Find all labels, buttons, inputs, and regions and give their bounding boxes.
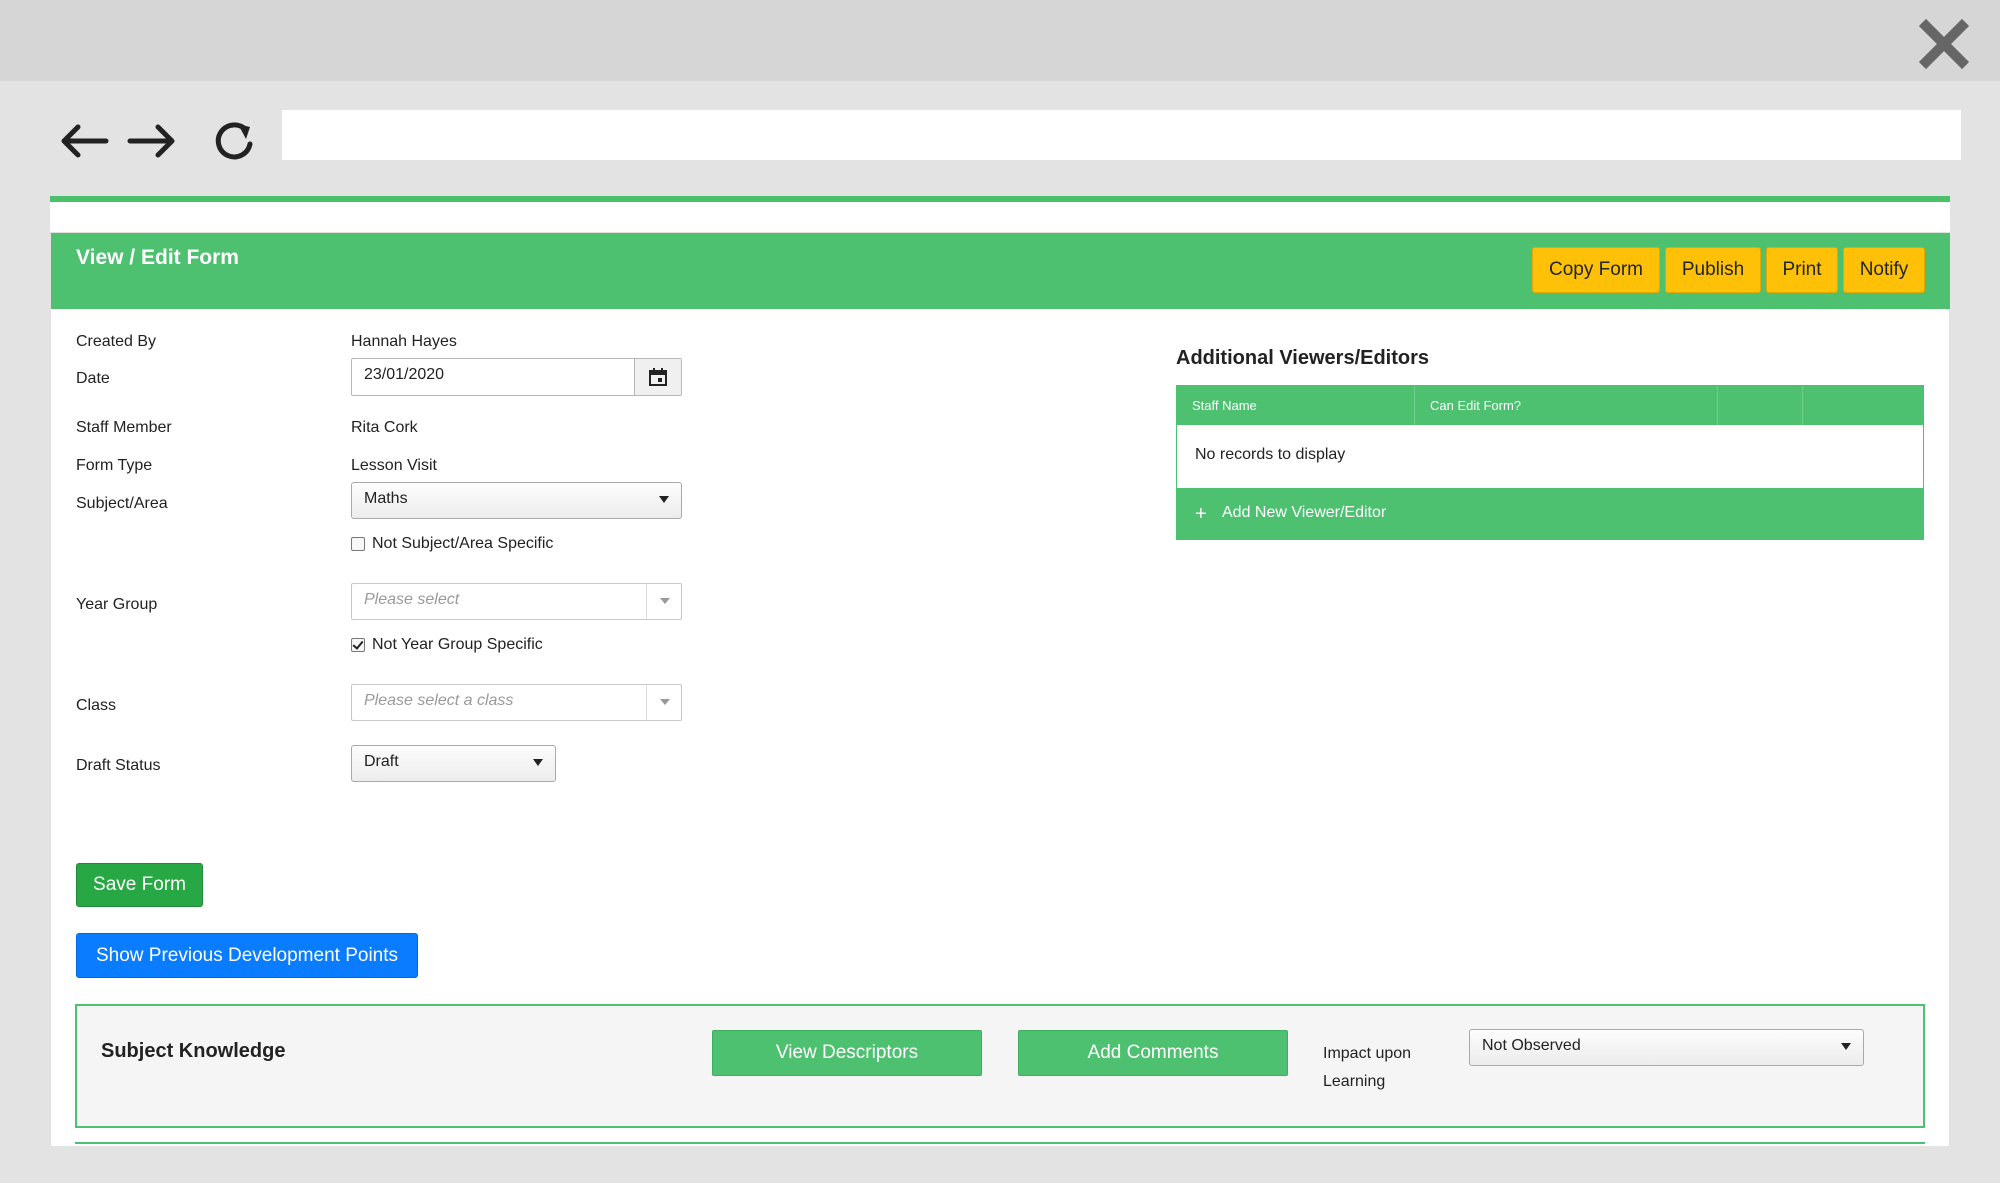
draft-status-label: Draft Status [76,757,161,774]
subject-knowledge-section: Subject Knowledge View Descriptors Add C… [75,1004,1925,1128]
copy-form-button[interactable]: Copy Form [1532,247,1660,293]
not-year-group-specific-label: Not Year Group Specific [372,636,543,653]
back-arrow-icon[interactable] [56,118,112,164]
chevron-down-icon[interactable] [646,584,681,619]
save-form-button[interactable]: Save Form [76,863,203,907]
created-by-label: Created By [76,333,157,350]
print-button[interactable]: Print [1766,247,1838,293]
column-staff-name[interactable]: Staff Name [1177,386,1415,425]
not-subject-specific-checkbox[interactable]: Not Subject/Area Specific [351,535,553,553]
impact-value: Not Observed [1482,1037,1581,1054]
date-value: 23/01/2020 [364,366,445,383]
form-type-value: Lesson Visit [351,457,437,474]
class-select[interactable]: Please select a class [351,684,682,721]
subject-area-value: Maths [364,490,408,507]
class-label: Class [76,697,117,714]
panel-header: View / Edit Form Copy Form Publish Print… [51,233,1950,309]
subject-area-select[interactable]: Maths [351,482,682,519]
forward-arrow-icon[interactable] [124,118,180,164]
created-by-value: Hannah Hayes [351,333,457,350]
subject-area-label: Subject/Area [76,495,168,512]
checkbox-checked-icon[interactable] [351,638,365,652]
notify-button[interactable]: Notify [1843,247,1925,293]
chevron-down-icon [1841,1043,1851,1050]
form-type-label: Form Type [76,457,153,474]
date-field[interactable]: 23/01/2020 [351,358,682,396]
not-subject-specific-label: Not Subject/Area Specific [372,535,554,552]
plus-icon: + [1195,503,1207,525]
draft-status-value: Draft [364,753,399,770]
year-group-placeholder: Please select [364,591,460,608]
next-section-border [75,1142,1925,1146]
publish-button[interactable]: Publish [1665,247,1761,293]
close-icon[interactable] [1918,18,1970,70]
chevron-down-icon[interactable] [646,685,681,720]
add-viewer-label: Add New Viewer/Editor [1222,504,1387,521]
not-year-group-specific-checkbox[interactable]: Not Year Group Specific [351,636,543,654]
class-placeholder: Please select a class [364,692,514,709]
column-empty-2 [1803,386,1923,425]
top-accent-bar [50,196,1950,202]
subject-knowledge-title: Subject Knowledge [101,1040,286,1062]
year-group-select[interactable]: Please select [351,583,682,620]
page-title: View / Edit Form [76,246,239,269]
date-label: Date [76,370,110,387]
show-previous-development-points-button[interactable]: Show Previous Development Points [76,933,418,978]
add-viewer-button[interactable]: + Add New Viewer/Editor [1177,488,1923,539]
viewers-grid: Staff Name Can Edit Form? No records to … [1176,385,1924,540]
staff-member-value: Rita Cork [351,419,418,436]
column-can-edit-form[interactable]: Can Edit Form? [1415,386,1718,425]
checkbox-unchecked-icon[interactable] [351,537,365,551]
grid-header: Staff Name Can Edit Form? [1177,386,1923,425]
window-titlebar [0,0,2000,81]
impact-select[interactable]: Not Observed [1469,1029,1864,1066]
additional-viewers-title: Additional Viewers/Editors [1176,347,1430,369]
page-viewport: View / Edit Form Copy Form Publish Print… [50,196,1950,1146]
url-bar[interactable] [282,110,1961,160]
chevron-down-icon [659,496,669,503]
add-comments-button[interactable]: Add Comments [1018,1030,1288,1076]
year-group-label: Year Group [76,596,158,613]
view-descriptors-button[interactable]: View Descriptors [712,1030,982,1076]
impact-label: Impact upon Learning [1323,1045,1412,1090]
chevron-down-icon [533,759,543,766]
staff-member-label: Staff Member [76,419,172,436]
calendar-icon[interactable] [634,359,681,395]
no-records-text: No records to display [1195,446,1346,463]
reload-icon[interactable] [206,118,262,164]
column-empty-1 [1718,386,1803,425]
draft-status-select[interactable]: Draft [351,745,556,782]
